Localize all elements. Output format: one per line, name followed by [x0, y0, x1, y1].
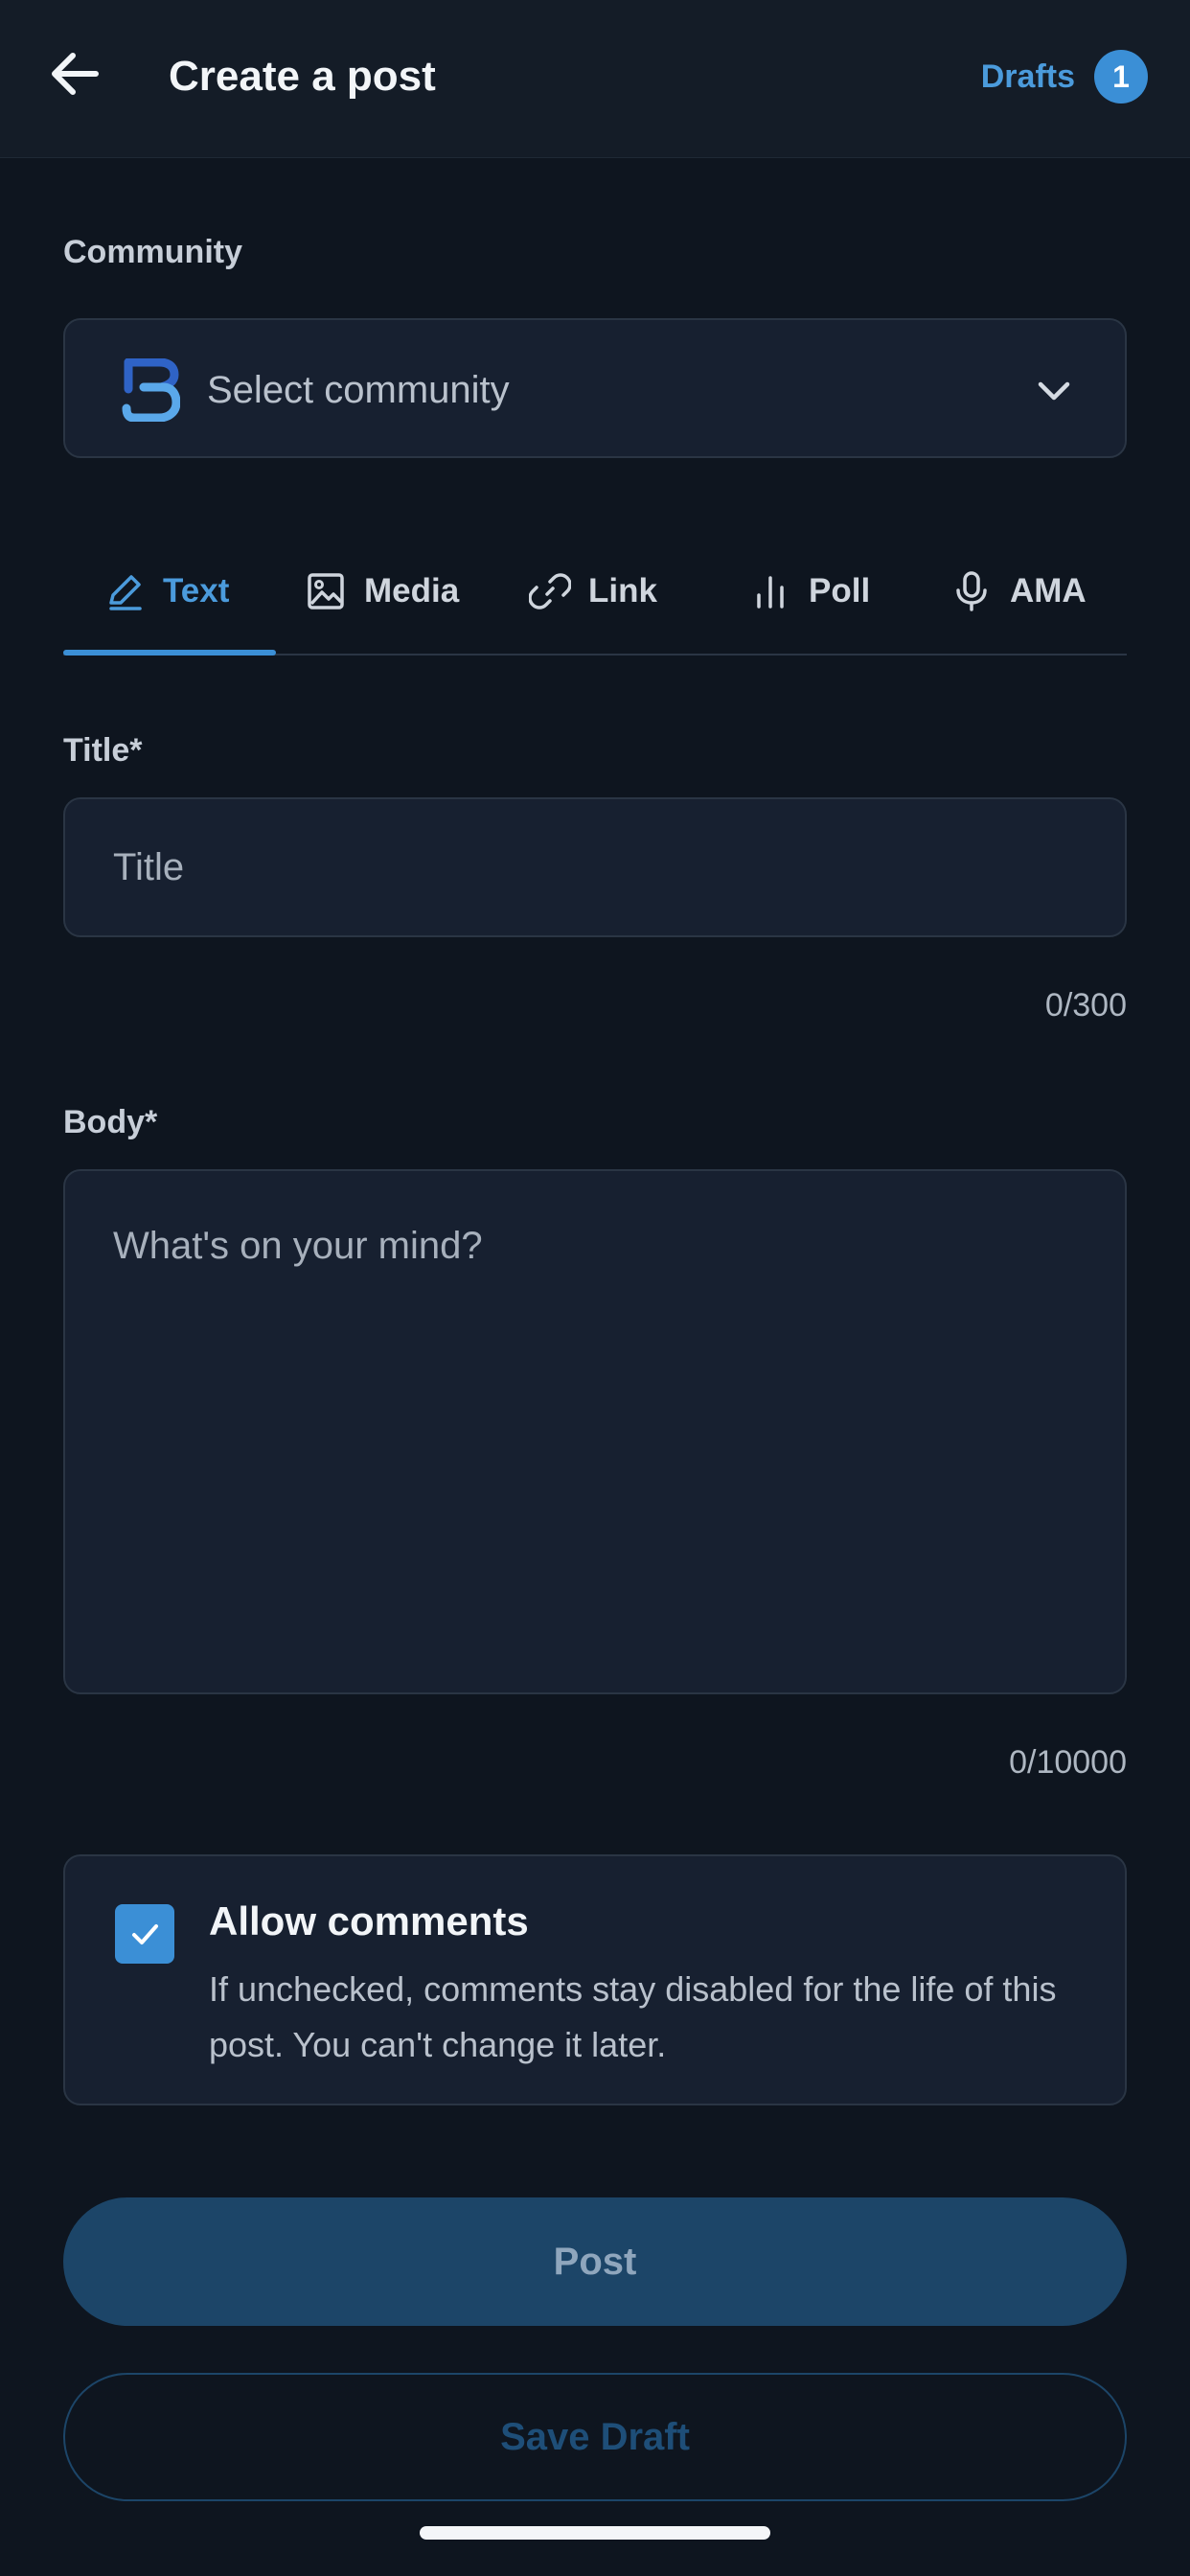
- pencil-icon: [109, 575, 142, 610]
- tab-link[interactable]: Link: [529, 558, 657, 625]
- top-app-bar: Create a post Drafts 1: [0, 0, 1190, 158]
- tab-link-label: Link: [588, 572, 657, 610]
- microphone-icon: [956, 571, 987, 611]
- back-arrow-icon[interactable]: [44, 42, 107, 105]
- community-select[interactable]: Select community: [63, 318, 1127, 458]
- allow-comments-card: Allow comments If unchecked, comments st…: [63, 1854, 1127, 2105]
- tab-text[interactable]: Text: [103, 558, 229, 625]
- chevron-down-icon: [1038, 381, 1070, 401]
- drafts-count-badge: 1: [1094, 50, 1148, 104]
- drafts-label: Drafts: [980, 58, 1075, 95]
- allow-comments-description: If unchecked, comments stay disabled for…: [209, 1969, 1057, 2064]
- community-placeholder: Select community: [207, 369, 510, 411]
- title-input[interactable]: [63, 797, 1127, 937]
- page-title: Create a post: [169, 53, 436, 100]
- title-label: Title*: [63, 732, 143, 769]
- poll-icon: [757, 576, 784, 609]
- allow-comments-checkbox[interactable]: [115, 1904, 174, 1964]
- drafts-button[interactable]: Drafts 1: [981, 50, 1148, 104]
- body-textarea[interactable]: [63, 1169, 1127, 1694]
- tab-ama-label: AMA: [1010, 572, 1087, 610]
- tab-text-label: Text: [163, 572, 230, 610]
- body-label: Body*: [63, 1104, 158, 1140]
- community-label: Community: [63, 234, 242, 270]
- tab-ama[interactable]: AMA: [950, 558, 1087, 625]
- tab-poll[interactable]: Poll: [749, 558, 870, 625]
- allow-comments-title: Allow comments: [209, 1898, 529, 1944]
- checkmark-icon: [132, 1924, 158, 1944]
- tab-media[interactable]: Media: [305, 558, 459, 625]
- post-button[interactable]: Post: [63, 2197, 1127, 2326]
- save-draft-button[interactable]: Save Draft: [63, 2373, 1127, 2501]
- image-icon: [308, 573, 344, 610]
- link-icon: [529, 573, 571, 610]
- tab-poll-label: Poll: [809, 572, 871, 610]
- active-tab-indicator: [63, 650, 276, 656]
- community-logo-icon: [122, 358, 180, 422]
- title-char-counter: 0/300: [1044, 987, 1127, 1024]
- tab-media-label: Media: [364, 572, 460, 610]
- body-char-counter: 0/10000: [1009, 1744, 1127, 1781]
- home-indicator[interactable]: [420, 2526, 770, 2540]
- post-type-tabs: Text Media Link Poll AMA: [63, 537, 1127, 656]
